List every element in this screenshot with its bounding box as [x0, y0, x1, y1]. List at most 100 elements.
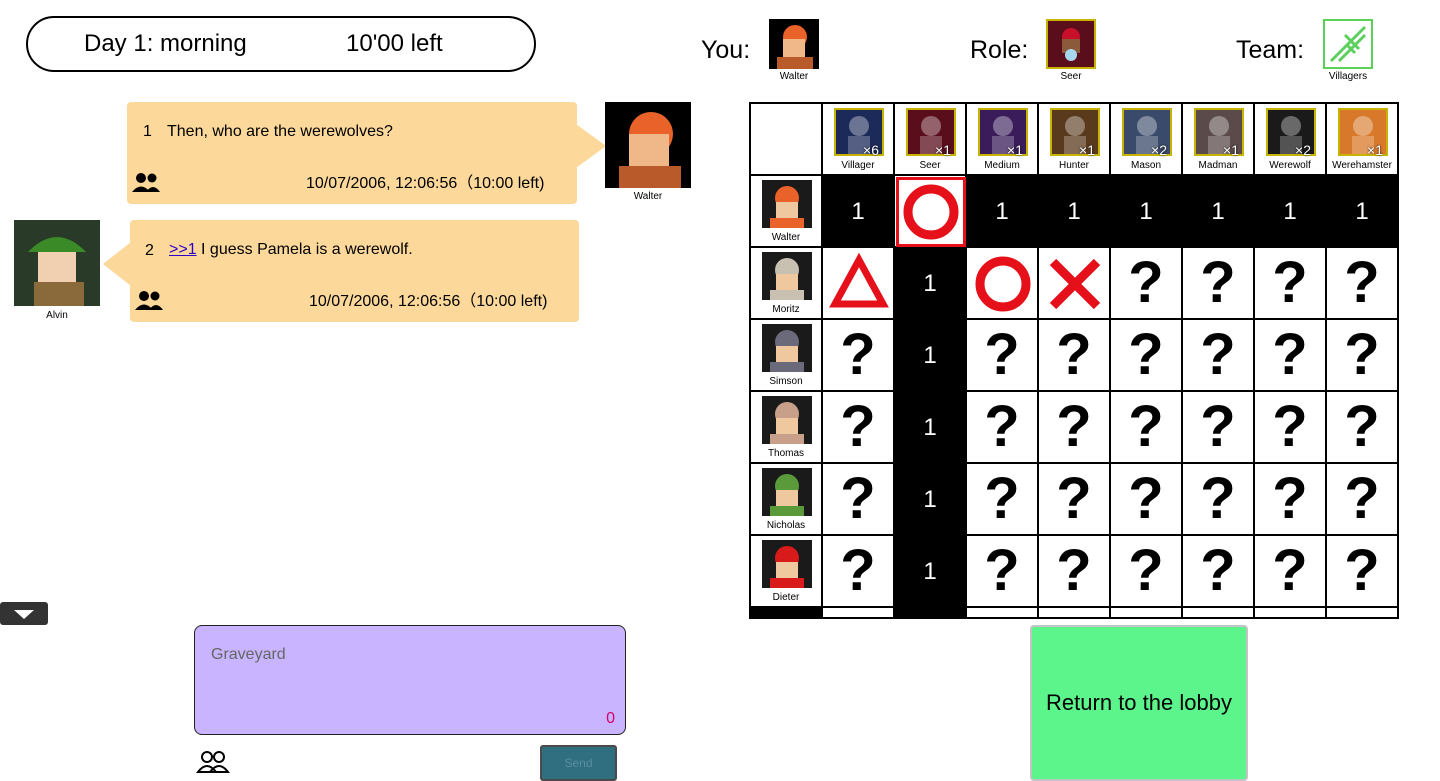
grid-cell[interactable] — [967, 248, 1039, 320]
grid-cell[interactable]: 1 — [967, 176, 1039, 248]
grid-cell[interactable] — [1039, 248, 1111, 320]
player-row-header[interactable]: Moritz — [751, 248, 823, 320]
grid-cell[interactable]: ? — [1327, 464, 1397, 536]
grid-cell[interactable]: 1 — [895, 464, 967, 536]
message-number: 2 — [145, 242, 154, 259]
group-outline-icon[interactable] — [196, 750, 230, 774]
grid-cell[interactable]: ? — [1255, 536, 1327, 608]
grid-cell[interactable]: 1 — [1183, 176, 1255, 248]
question-mark-icon: ? — [1272, 394, 1308, 459]
chat-message: 1 Then, who are the werewolves? 10/07/20… — [127, 102, 577, 204]
grid-cell[interactable]: 1 — [895, 392, 967, 464]
question-mark-icon: ? — [1272, 322, 1308, 387]
role-column-header[interactable]: ×1 Hunter — [1039, 104, 1111, 176]
grid-cell[interactable]: ? — [823, 464, 895, 536]
grid-cell[interactable]: ? — [1255, 392, 1327, 464]
role-column-header[interactable]: ×1 Madman — [1183, 104, 1255, 176]
question-mark-icon: ? — [1344, 538, 1380, 603]
scroll-down-button[interactable] — [0, 602, 48, 625]
grid-cell[interactable]: 1 — [1111, 176, 1183, 248]
cell-number: 1 — [923, 342, 937, 369]
grid-cell[interactable]: ? — [1327, 536, 1397, 608]
grid-cell[interactable]: ? — [1039, 392, 1111, 464]
grid-cell[interactable]: ? — [823, 536, 895, 608]
grid-cell[interactable]: ? — [1111, 248, 1183, 320]
grid-cell[interactable]: ? — [967, 464, 1039, 536]
grid-cell[interactable]: 1 — [1255, 176, 1327, 248]
grid-cell[interactable]: ? — [967, 536, 1039, 608]
message-timestamp: 10/07/2006, 12:06:56（10:00 left) — [306, 175, 545, 192]
grid-cell[interactable]: ? — [1039, 536, 1111, 608]
grid-cell[interactable]: ? — [1183, 320, 1255, 392]
grid-cell[interactable]: ? — [1327, 392, 1397, 464]
grid-cell[interactable]: ? — [823, 320, 895, 392]
alvin-avatar[interactable] — [14, 220, 100, 306]
message-text: I guess Pamela is a werewolf. — [196, 241, 413, 258]
role-name: Seer — [919, 160, 941, 171]
role-column-header[interactable]: ×2 Werewolf — [1255, 104, 1327, 176]
question-mark-icon: ? — [1200, 538, 1236, 603]
message-input[interactable]: Graveyard 0 — [194, 625, 626, 735]
grid-cell[interactable]: ? — [967, 320, 1039, 392]
send-button[interactable]: Send — [540, 745, 617, 781]
player-row-header[interactable]: Thomas — [751, 392, 823, 464]
reply-anchor-link[interactable]: >>1 — [169, 241, 197, 258]
role-name: Madman — [1198, 160, 1238, 171]
grid-cell[interactable]: ? — [1255, 248, 1327, 320]
question-mark-icon: ? — [1200, 466, 1236, 531]
grid-cell[interactable]: 1 — [895, 320, 967, 392]
grid-cell[interactable]: ? — [1111, 392, 1183, 464]
grid-cell[interactable]: ? — [1327, 248, 1397, 320]
role-column-header[interactable]: ×1 Seer — [895, 104, 967, 176]
grid-cell-partial — [967, 608, 1039, 617]
return-to-lobby-button[interactable]: Return to the lobby — [1030, 625, 1248, 781]
player-row-header[interactable]: Walter — [751, 176, 823, 248]
grid-cell-partial — [895, 608, 967, 617]
cell-number: 1 — [923, 270, 937, 297]
team-villagers-icon — [1323, 19, 1373, 69]
role-column-header[interactable]: ×1 Medium — [967, 104, 1039, 176]
grid-cell[interactable]: ? — [1183, 536, 1255, 608]
question-mark-icon: ? — [1128, 466, 1164, 531]
grid-cell[interactable]: 1 — [1327, 176, 1397, 248]
role-count: ×1 — [1007, 142, 1023, 158]
speaker-name: Alvin — [46, 310, 68, 321]
question-mark-icon: ? — [1272, 466, 1308, 531]
role-column-header[interactable]: ×6 Villager — [823, 104, 895, 176]
grid-cell[interactable]: ? — [1111, 464, 1183, 536]
player-row-header[interactable]: Nicholas — [751, 464, 823, 536]
grid-cell[interactable]: 1 — [823, 176, 895, 248]
grid-cell[interactable]: ? — [1255, 320, 1327, 392]
grid-cell[interactable]: ? — [1255, 464, 1327, 536]
grid-cell[interactable]: ? — [1111, 320, 1183, 392]
grid-cell[interactable]: ? — [1183, 392, 1255, 464]
grid-cell[interactable] — [823, 248, 895, 320]
grid-cell[interactable]: ? — [1111, 536, 1183, 608]
grid-cell-partial — [1255, 608, 1327, 617]
player-row-header[interactable]: Simson — [751, 320, 823, 392]
question-mark-icon: ? — [840, 322, 876, 387]
role-seer-portrait — [1046, 19, 1096, 69]
grid-cell[interactable] — [895, 176, 967, 248]
role-column-header[interactable]: ×2 Mason — [1111, 104, 1183, 176]
grid-cell[interactable]: ? — [967, 392, 1039, 464]
grid-cell[interactable]: ? — [823, 392, 895, 464]
grid-cell[interactable]: ? — [1183, 464, 1255, 536]
grid-cell-partial — [1039, 608, 1111, 617]
grid-cell[interactable]: ? — [1183, 248, 1255, 320]
role-name: Hunter — [1058, 160, 1089, 171]
message-text: Then, who are the werewolves? — [167, 123, 393, 140]
grid-cell[interactable]: ? — [1039, 320, 1111, 392]
role-column-header[interactable]: ×1 Werehamster — [1327, 104, 1397, 176]
grid-cell[interactable]: ? — [1327, 320, 1397, 392]
question-mark-icon: ? — [1344, 322, 1380, 387]
player-portrait — [762, 180, 812, 228]
grid-cell[interactable]: 1 — [895, 248, 967, 320]
grid-cell[interactable]: 1 — [895, 536, 967, 608]
walter-avatar[interactable] — [605, 102, 691, 188]
cell-number: 1 — [1283, 198, 1297, 225]
grid-cell[interactable]: ? — [1039, 464, 1111, 536]
grid-cell[interactable]: 1 — [1039, 176, 1111, 248]
player-row-header[interactable]: Dieter — [751, 536, 823, 608]
triangle-mark-icon — [823, 248, 893, 325]
